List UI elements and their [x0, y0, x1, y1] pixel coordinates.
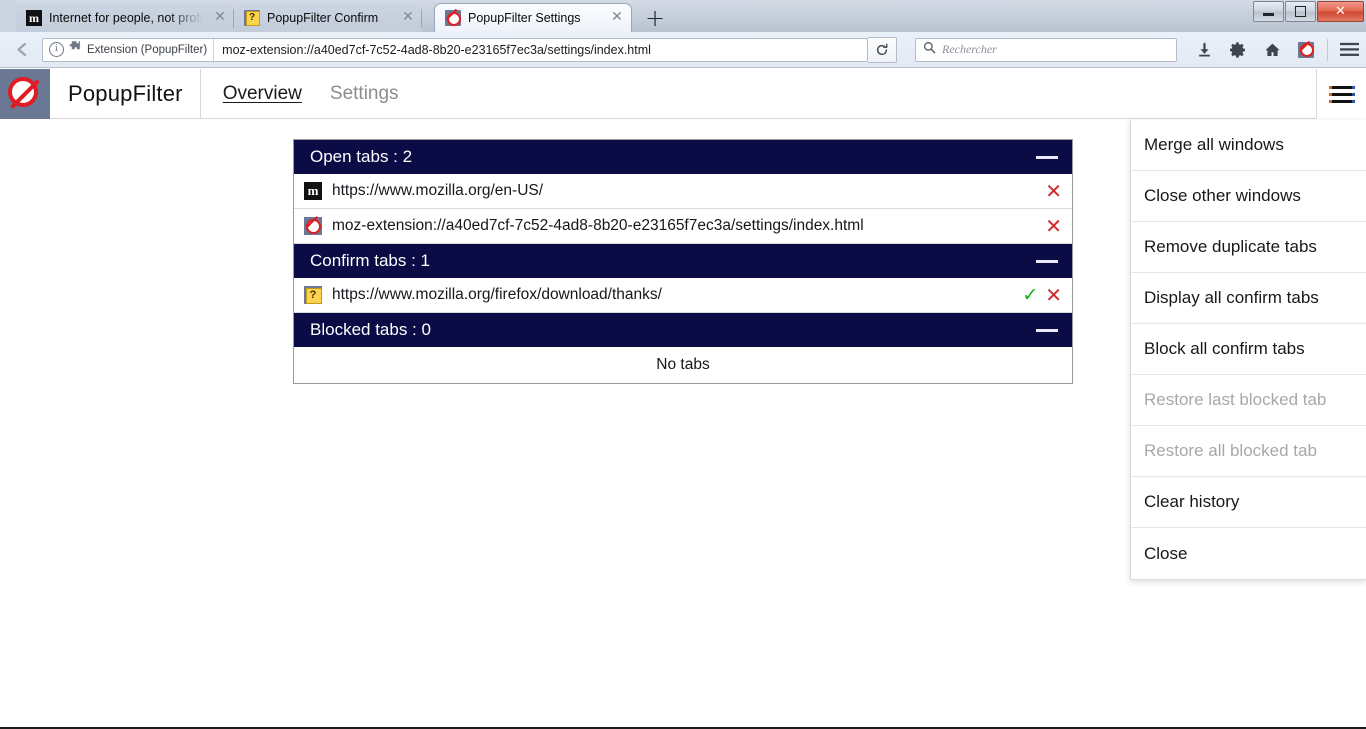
search-input[interactable]: Rechercher	[942, 42, 997, 57]
menu-item: Restore all blocked tab	[1131, 426, 1366, 477]
window-maximize-button[interactable]	[1285, 1, 1316, 22]
reload-button[interactable]	[868, 36, 897, 63]
menu-item[interactable]: Clear history	[1131, 477, 1366, 528]
popupfilter-logo-icon	[0, 68, 50, 119]
popupfilter-icon-glyph	[445, 10, 461, 26]
mozilla-icon-glyph: m	[304, 182, 322, 200]
popupfilter-icon	[1298, 41, 1314, 58]
tab-row-actions: ✕	[1045, 216, 1062, 236]
browser-menu-button[interactable]	[1332, 36, 1366, 64]
close-tab-button[interactable]: ✕	[1045, 216, 1062, 236]
help-icon-glyph	[244, 9, 260, 26]
tab-url: https://www.mozilla.org/en-US/	[332, 182, 544, 199]
nav-item-overview[interactable]: Overview	[223, 83, 302, 105]
tab-close-button[interactable]: ✕	[212, 9, 228, 26]
url-text[interactable]: moz-extension://a40ed7cf-7c52-4ad8-8b20-…	[214, 43, 651, 57]
menu-item[interactable]: Merge all windows	[1131, 120, 1366, 171]
tab-row[interactable]: moz-extension://a40ed7cf-7c52-4ad8-8b20-…	[294, 209, 1072, 244]
tab-url: moz-extension://a40ed7cf-7c52-4ad8-8b20-…	[332, 217, 864, 234]
nav-item-settings[interactable]: Settings	[330, 83, 399, 105]
tab-row-actions: ✓ ✕	[1022, 285, 1062, 305]
mozilla-icon: m	[26, 9, 42, 26]
collapse-toggle-icon[interactable]	[1036, 328, 1058, 332]
tab-close-button[interactable]: ✕	[400, 9, 416, 26]
browser-tab[interactable]: PopupFilter Settings ✕	[434, 3, 632, 32]
home-button[interactable]	[1255, 36, 1289, 64]
gear-button[interactable]	[1221, 36, 1255, 64]
extension-menu-button[interactable]	[1316, 69, 1366, 119]
mozilla-icon-glyph: m	[26, 9, 42, 26]
navigation-toolbar: i Extension (PopupFilter) moz-extension:…	[0, 32, 1366, 68]
allow-tab-button[interactable]: ✓	[1022, 285, 1038, 305]
actions-menu: Merge all windows Close other windows Remo…	[1130, 120, 1366, 580]
window-close-button[interactable]: ✕	[1317, 1, 1364, 22]
extension-header: PopupFilter Overview Settings	[0, 68, 1366, 119]
help-icon	[304, 286, 322, 304]
extension-puzzle-icon	[68, 40, 83, 60]
tab-group-header[interactable]: Confirm tabs : 1	[294, 244, 1072, 278]
back-button[interactable]	[8, 36, 36, 64]
menu-item[interactable]: Display all confirm tabs	[1131, 273, 1366, 324]
popupfilter-icon	[445, 10, 461, 26]
tab-group-title: Open tabs : 2	[310, 147, 413, 166]
tab-title: Internet for people, not profit	[49, 10, 206, 25]
browser-tab[interactable]: m Internet for people, not profit ✕	[16, 3, 234, 32]
tabstrip-edge	[0, 0, 16, 32]
popupfilter-icon-glyph	[304, 217, 322, 235]
tab-group-title: Confirm tabs : 1	[310, 251, 430, 270]
window-minimize-button[interactable]	[1253, 1, 1284, 22]
toolbar-divider	[1327, 38, 1328, 61]
minimize-icon	[1263, 13, 1274, 16]
header-divider	[199, 68, 201, 119]
extension-nav: Overview Settings	[223, 83, 399, 105]
url-bar[interactable]: i Extension (PopupFilter) moz-extension:…	[42, 37, 868, 62]
identity-label: Extension (PopupFilter)	[87, 43, 208, 56]
popupfilter-toolbar-button[interactable]	[1289, 36, 1323, 64]
close-icon: ✕	[1335, 4, 1346, 19]
tab-row-actions: ✕	[1045, 181, 1062, 201]
help-icon-glyph	[304, 286, 322, 304]
collapse-toggle-icon[interactable]	[1036, 155, 1058, 159]
mozilla-icon: m	[304, 182, 322, 200]
info-icon: i	[49, 42, 64, 57]
collapse-toggle-icon[interactable]	[1036, 259, 1058, 263]
tab-title: PopupFilter Settings	[468, 11, 581, 25]
tab-strip: mInternet for people, not profit✕PopupFi…	[0, 0, 1366, 32]
menu-item[interactable]: Remove duplicate tabs	[1131, 222, 1366, 273]
new-tab-button[interactable]: +	[640, 5, 670, 31]
menu-item: Restore last blocked tab	[1131, 375, 1366, 426]
browser-window: mInternet for people, not profit✕PopupFi…	[0, 0, 1366, 729]
tab-url: https://www.mozilla.org/firefox/download…	[332, 286, 662, 303]
menu-item[interactable]: Close other windows	[1131, 171, 1366, 222]
tab-row[interactable]: m https://www.mozilla.org/en-US/ ✕	[294, 174, 1072, 209]
close-tab-button[interactable]: ✕	[1045, 285, 1062, 305]
tab-group-header[interactable]: Blocked tabs : 0	[294, 313, 1072, 347]
toolbar-icons	[1187, 36, 1366, 64]
window-controls: ✕	[1252, 1, 1364, 22]
tab-group-title: Blocked tabs : 0	[310, 320, 431, 339]
identity-box[interactable]: i Extension (PopupFilter)	[43, 38, 215, 61]
search-icon	[923, 41, 936, 59]
page-body: Open tabs : 2 m https://www.mozilla.org/en…	[0, 120, 1366, 729]
popupfilter-icon	[304, 217, 322, 235]
tab-group-header[interactable]: Open tabs : 2	[294, 140, 1072, 174]
restore-icon	[1295, 6, 1306, 17]
help-icon	[244, 9, 260, 26]
tab-title: PopupFilter Confirm	[267, 10, 379, 25]
close-tab-button[interactable]: ✕	[1045, 181, 1062, 201]
tab-close-button[interactable]: ✕	[609, 10, 625, 26]
tab-groups-panel: Open tabs : 2 m https://www.mozilla.org/en…	[293, 139, 1073, 384]
menu-item[interactable]: Close	[1131, 528, 1366, 579]
search-bar[interactable]: Rechercher	[915, 37, 1177, 62]
browser-tab[interactable]: PopupFilter Confirm ✕	[234, 3, 422, 32]
downloads-button[interactable]	[1187, 36, 1221, 64]
hamburger-icon	[1328, 82, 1355, 107]
tab-row[interactable]: https://www.mozilla.org/firefox/download…	[294, 278, 1072, 313]
brand-title: PopupFilter	[68, 80, 183, 106]
menu-item[interactable]: Block all confirm tabs	[1131, 324, 1366, 375]
empty-state-text: No tabs	[294, 347, 1072, 383]
